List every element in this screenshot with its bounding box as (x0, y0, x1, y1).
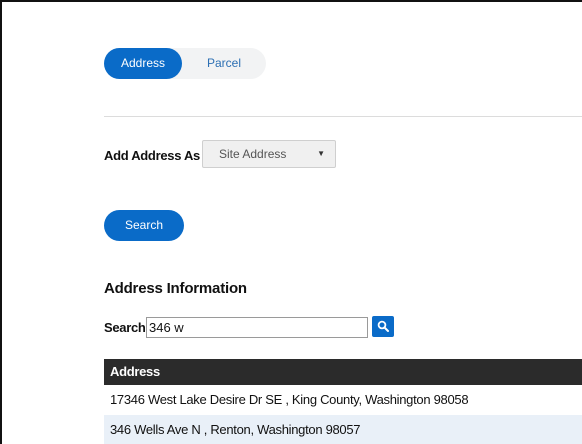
search-label: Search (104, 320, 146, 335)
search-button[interactable]: Search (104, 210, 184, 241)
add-address-as-label: Add Address As (104, 148, 200, 163)
search-icon (377, 320, 389, 332)
table-row[interactable]: 346 Wells Ave N , Renton, Washington 980… (104, 415, 582, 444)
toggle-address-button[interactable]: Address (104, 48, 182, 79)
add-address-as-select[interactable]: Site Address ▼ (202, 140, 336, 168)
app-frame: Address Parcel Add Address As Site Addre… (0, 0, 582, 444)
address-information-title: Address Information (104, 280, 247, 297)
toggle-parcel-button[interactable]: Parcel (182, 48, 266, 79)
table-row[interactable]: 17346 West Lake Desire Dr SE , King Coun… (104, 385, 582, 415)
section-divider (104, 116, 582, 117)
table-header-address: Address (104, 359, 582, 385)
search-submit-button[interactable] (372, 316, 394, 337)
search-input[interactable] (146, 317, 368, 338)
add-address-as-selected: Site Address (219, 147, 287, 161)
address-type-toggle: Address Parcel (104, 48, 266, 79)
chevron-down-icon: ▼ (317, 149, 325, 158)
